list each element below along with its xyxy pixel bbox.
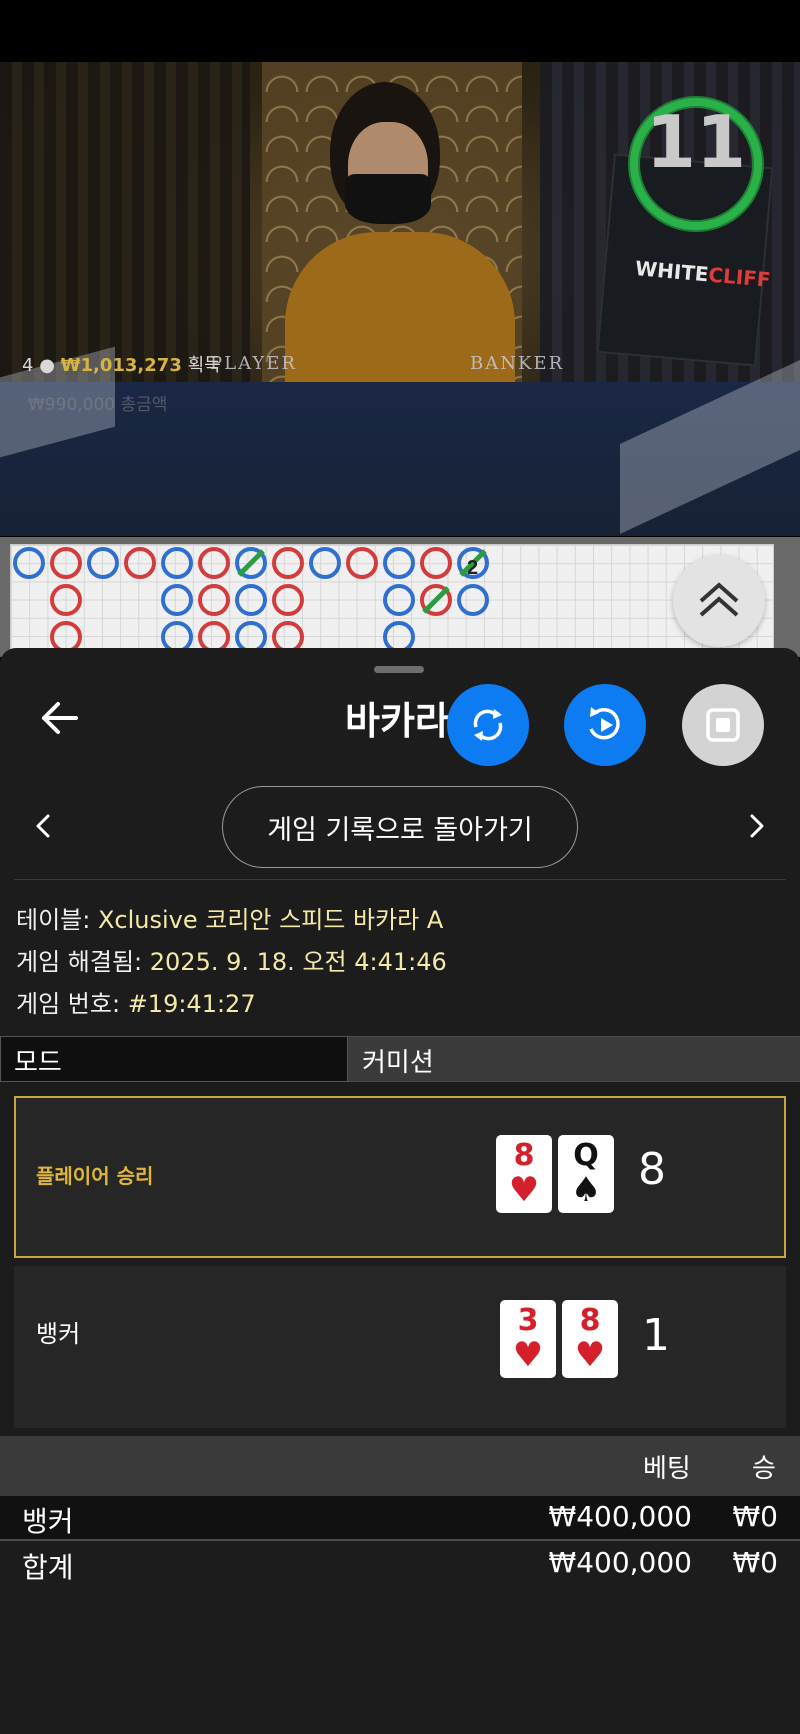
banker-result-box bbox=[14, 1266, 786, 1428]
sheet-grabber[interactable] bbox=[374, 666, 424, 673]
card-suit-icon: ♥ bbox=[512, 1335, 544, 1375]
stop-icon bbox=[706, 708, 740, 742]
double-chevron-up-icon bbox=[699, 582, 739, 617]
playing-card: 3 ♥ bbox=[500, 1300, 556, 1378]
card-suit-icon: ♥ bbox=[508, 1170, 540, 1210]
winners-count: 4 bbox=[22, 355, 34, 376]
collapse-button[interactable] bbox=[673, 555, 765, 647]
status-bar bbox=[0, 0, 800, 62]
chevron-left-icon[interactable] bbox=[30, 812, 58, 840]
mode-value: 커미션 bbox=[362, 1048, 434, 1078]
playing-card: Q ♠ bbox=[558, 1135, 614, 1213]
game-number-info: 게임 번호: #19:41:27 bbox=[16, 984, 256, 1019]
countdown-timer: 11 bbox=[645, 100, 747, 184]
mode-label: 모드 bbox=[14, 1048, 62, 1078]
card-suit-icon: ♠ bbox=[570, 1170, 602, 1210]
user-icon: ● bbox=[39, 355, 55, 376]
playing-card: 8 ♥ bbox=[562, 1300, 618, 1378]
card-suit-icon: ♥ bbox=[574, 1335, 606, 1375]
banker-score: 1 bbox=[642, 1310, 670, 1361]
felt-banker-label: BANKER bbox=[470, 353, 565, 374]
winners-summary: 4 ● ₩1,013,273 획득 bbox=[22, 351, 221, 377]
bet-total-name: 합계 bbox=[22, 1551, 74, 1584]
table-info: 테이블: Xclusive 코리안 스피드 바카라 A bbox=[16, 900, 443, 935]
winners-suffix: 획득 bbox=[187, 355, 221, 376]
page-title: 바카라 bbox=[345, 699, 450, 743]
curtain-left bbox=[0, 62, 250, 392]
bet-total-win: ₩0 bbox=[732, 1546, 779, 1579]
game-number-value: #19:41:27 bbox=[127, 990, 256, 1018]
resolved-value: 2025. 9. 18. 오전 4:41:46 bbox=[149, 948, 447, 976]
replay-icon bbox=[589, 707, 620, 740]
divider bbox=[14, 879, 786, 880]
felt-player-label: PLAYER bbox=[210, 353, 297, 374]
road-mark-text: 2 bbox=[467, 557, 478, 579]
bets-col-bet: 베팅 bbox=[643, 1454, 691, 1484]
banker-result-label: 뱅커 bbox=[36, 1320, 81, 1348]
stop-button[interactable] bbox=[682, 684, 764, 766]
swap-cycle-button[interactable] bbox=[447, 684, 529, 766]
arrow-left-icon[interactable] bbox=[40, 698, 80, 738]
resolved-label: 게임 해결됨: bbox=[16, 948, 143, 976]
resolved-info: 게임 해결됨: 2025. 9. 18. 오전 4:41:46 bbox=[16, 942, 447, 977]
playing-card: 8 ♥ bbox=[496, 1135, 552, 1213]
bet-row-amount: ₩400,000 bbox=[548, 1500, 692, 1533]
card-rank: 8 bbox=[513, 1138, 535, 1173]
bet-total-amount: ₩400,000 bbox=[548, 1546, 692, 1579]
card-rank: 3 bbox=[517, 1303, 539, 1338]
winners-total-faded: ₩990,000 총금액 bbox=[28, 395, 168, 415]
card-rank: 8 bbox=[579, 1303, 601, 1338]
replay-button[interactable] bbox=[564, 684, 646, 766]
divider bbox=[0, 1539, 800, 1541]
table-value: Xclusive 코리안 스피드 바카라 A bbox=[97, 906, 444, 934]
card-rank: Q bbox=[573, 1138, 599, 1173]
bets-col-win: 승 bbox=[752, 1454, 776, 1484]
road-marks: 2 bbox=[13, 547, 489, 653]
bet-row-win: ₩0 bbox=[732, 1500, 779, 1533]
bet-row-name: 뱅커 bbox=[22, 1505, 74, 1538]
game-number-label: 게임 번호: bbox=[16, 990, 121, 1018]
dealer-mask bbox=[345, 174, 431, 224]
chevron-right-icon[interactable] bbox=[742, 812, 770, 840]
player-result-label: 플레이어 승리 bbox=[36, 1164, 154, 1188]
swap-cycle-icon bbox=[473, 709, 503, 741]
player-score: 8 bbox=[638, 1144, 666, 1195]
winners-amount: ₩1,013,273 bbox=[60, 355, 182, 376]
bead-road[interactable]: 2 bbox=[10, 544, 774, 654]
back-to-history-button[interactable]: 게임 기록으로 돌아가기 bbox=[222, 786, 578, 868]
table-label: 테이블: bbox=[16, 906, 91, 934]
